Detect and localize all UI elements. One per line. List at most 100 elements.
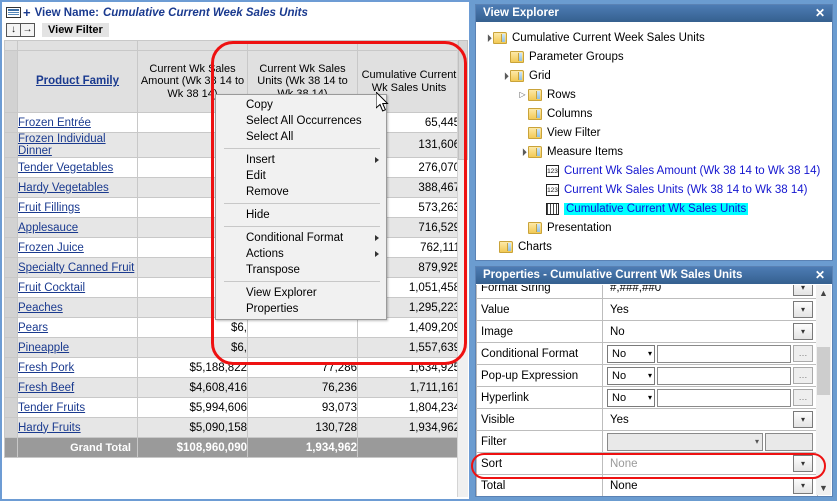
table-row[interactable]: Fresh Pork$5,188,82277,2861,634,925	[5, 358, 458, 378]
strip-cell[interactable]	[138, 41, 248, 51]
row-handle[interactable]	[5, 198, 18, 218]
menu-item-view-explorer[interactable]: View Explorer	[216, 285, 386, 301]
view-filter-label[interactable]: View Filter	[42, 23, 109, 37]
tree-node-current-wk-sales-units[interactable]: 123 Current Wk Sales Units (Wk 38 14 to …	[476, 180, 832, 199]
browse-ellipsis-button[interactable]: …	[793, 345, 813, 362]
chevron-down-icon[interactable]: ▾	[793, 301, 813, 318]
product-family-link[interactable]: Frozen Juice	[18, 242, 84, 254]
property-row-format-string[interactable]: Format String #,###,##0 ▾	[477, 285, 818, 299]
tree-node-cumulative-current-week-sales-units[interactable]: Cumulative Current Week Sales Units	[476, 28, 832, 47]
row-handle[interactable]	[5, 178, 18, 198]
property-value-cell[interactable]: No ▾ …	[603, 343, 818, 365]
conditional-format-dropdown[interactable]: No ▾	[607, 345, 655, 363]
strip-cell[interactable]	[248, 41, 358, 51]
cell-product-family[interactable]: Frozen Juice	[18, 238, 138, 258]
menu-item-remove[interactable]: Remove	[216, 184, 386, 200]
scrollbar-thumb[interactable]	[458, 40, 468, 160]
chevron-down-icon[interactable]: ▾	[793, 477, 813, 494]
cell-product-family[interactable]: Fresh Pork	[18, 358, 138, 378]
close-icon[interactable]: ✕	[812, 5, 828, 22]
product-family-link[interactable]: Pineapple	[18, 342, 69, 354]
property-value-cell[interactable]: ▾	[603, 431, 818, 453]
property-value-cell[interactable]: #,###,##0 ▾	[603, 285, 818, 299]
cell-product-family[interactable]: Hardy Vegetables	[18, 178, 138, 198]
tree-node-parameter-groups[interactable]: Parameter Groups	[476, 47, 832, 66]
chevron-down-icon[interactable]: ▾	[793, 285, 813, 296]
conditional-format-textbox[interactable]	[657, 345, 791, 363]
cell-product-family[interactable]: Pears	[18, 318, 138, 338]
browse-ellipsis-button[interactable]: …	[793, 367, 813, 384]
row-handle[interactable]	[5, 238, 18, 258]
row-handle[interactable]	[5, 113, 18, 133]
property-row-filter[interactable]: Filter ▾	[477, 431, 818, 453]
expand-collapse-icon[interactable]	[499, 71, 510, 80]
product-family-link[interactable]: Fresh Pork	[18, 362, 74, 374]
menu-item-copy[interactable]: Copy	[216, 97, 386, 113]
product-family-link[interactable]: Applesauce	[18, 222, 78, 234]
strip-cell[interactable]	[18, 41, 138, 51]
expand-collapse-icon[interactable]	[517, 90, 528, 99]
row-handle[interactable]	[5, 133, 18, 158]
product-family-link[interactable]: Hardy Fruits	[18, 422, 81, 434]
scroll-down-button[interactable]: ▼	[816, 480, 831, 495]
property-value-cell[interactable]: No ▾	[603, 321, 818, 343]
property-row-popup-expression[interactable]: Pop-up Expression No ▾ …	[477, 365, 818, 387]
property-row-hyperlink[interactable]: Hyperlink No ▾ …	[477, 387, 818, 409]
column-header-link[interactable]: Product Family	[36, 75, 119, 87]
property-row-conditional-format[interactable]: Conditional Format No ▾ …	[477, 343, 818, 365]
table-row[interactable]: Pears$6,1,409,209	[5, 318, 458, 338]
product-family-link[interactable]: Frozen Entrée	[18, 117, 91, 129]
column-header-product-family[interactable]: Product Family	[18, 51, 138, 113]
popup-expression-textbox[interactable]	[657, 367, 791, 385]
property-value-cell[interactable]: None ▾	[603, 453, 818, 475]
table-row[interactable]: Tender Fruits$5,994,60693,0731,804,234	[5, 398, 458, 418]
cell-product-family[interactable]: Peaches	[18, 298, 138, 318]
hyperlink-textbox[interactable]	[657, 389, 791, 407]
row-handle[interactable]	[5, 218, 18, 238]
property-row-image[interactable]: Image No ▾	[477, 321, 818, 343]
property-row-value[interactable]: Value Yes ▾	[477, 299, 818, 321]
cell-product-family[interactable]: Pineapple	[18, 338, 138, 358]
tree-node-grid[interactable]: Grid	[476, 66, 832, 85]
table-row[interactable]: Fresh Beef$4,608,41676,2361,711,161	[5, 378, 458, 398]
scroll-up-button[interactable]: ▲	[816, 285, 831, 300]
cell-product-family[interactable]: Specialty Canned Fruit	[18, 258, 138, 278]
cell-product-family[interactable]: Tender Fruits	[18, 398, 138, 418]
product-family-link[interactable]: Tender Fruits	[18, 402, 85, 414]
row-handle[interactable]	[5, 258, 18, 278]
property-value-cell[interactable]: No ▾ …	[603, 365, 818, 387]
menu-item-insert[interactable]: Insert	[216, 152, 386, 168]
chevron-down-icon[interactable]: ▾	[793, 455, 813, 472]
product-family-link[interactable]: Fruit Fillings	[18, 202, 80, 214]
tree-node-presentation[interactable]: Presentation	[476, 218, 832, 237]
product-family-link[interactable]: Pears	[18, 322, 48, 334]
cell-product-family[interactable]: Fresh Beef	[18, 378, 138, 398]
down-arrow-icon[interactable]: ↓	[6, 23, 21, 37]
row-handle[interactable]	[5, 338, 18, 358]
tree-node-current-wk-sales-amount[interactable]: 123 Current Wk Sales Amount (Wk 38 14 to…	[476, 161, 832, 180]
tree-node-charts[interactable]: Charts	[476, 237, 832, 256]
menu-item-conditional-format[interactable]: Conditional Format	[216, 230, 386, 246]
properties-vertical-scrollbar[interactable]: ▲ ▼	[816, 285, 831, 495]
row-handle[interactable]	[5, 318, 18, 338]
property-row-visible[interactable]: Visible Yes ▾	[477, 409, 818, 431]
tree-node-measure-items[interactable]: Measure Items	[476, 142, 832, 161]
popup-expression-dropdown[interactable]: No ▾	[607, 367, 655, 385]
property-value-cell[interactable]: Yes ▾	[603, 409, 818, 431]
plus-icon[interactable]: +	[23, 7, 31, 18]
cell-product-family[interactable]: Frozen Entrée	[18, 113, 138, 133]
product-family-link[interactable]: Fruit Cocktail	[18, 282, 85, 294]
tree-node-columns[interactable]: Columns	[476, 104, 832, 123]
expand-collapse-icon[interactable]	[482, 33, 493, 42]
property-value-cell[interactable]: Yes ▾	[603, 299, 818, 321]
cell-product-family[interactable]: Frozen Individual Dinner	[18, 133, 138, 158]
tree-node-cumulative-current-wk-sales-units[interactable]: Cumulative Current Wk Sales Units	[476, 199, 832, 218]
strip-cell[interactable]	[358, 41, 458, 51]
product-family-link[interactable]: Tender Vegetables	[18, 162, 113, 174]
tree-node-rows[interactable]: Rows	[476, 85, 832, 104]
cell-product-family[interactable]: Hardy Fruits	[18, 418, 138, 438]
close-icon[interactable]: ✕	[812, 267, 828, 284]
scrollbar-thumb[interactable]	[817, 347, 830, 395]
menu-item-select-all-occurrences[interactable]: Select All Occurrences	[216, 113, 386, 129]
row-handle[interactable]	[5, 298, 18, 318]
